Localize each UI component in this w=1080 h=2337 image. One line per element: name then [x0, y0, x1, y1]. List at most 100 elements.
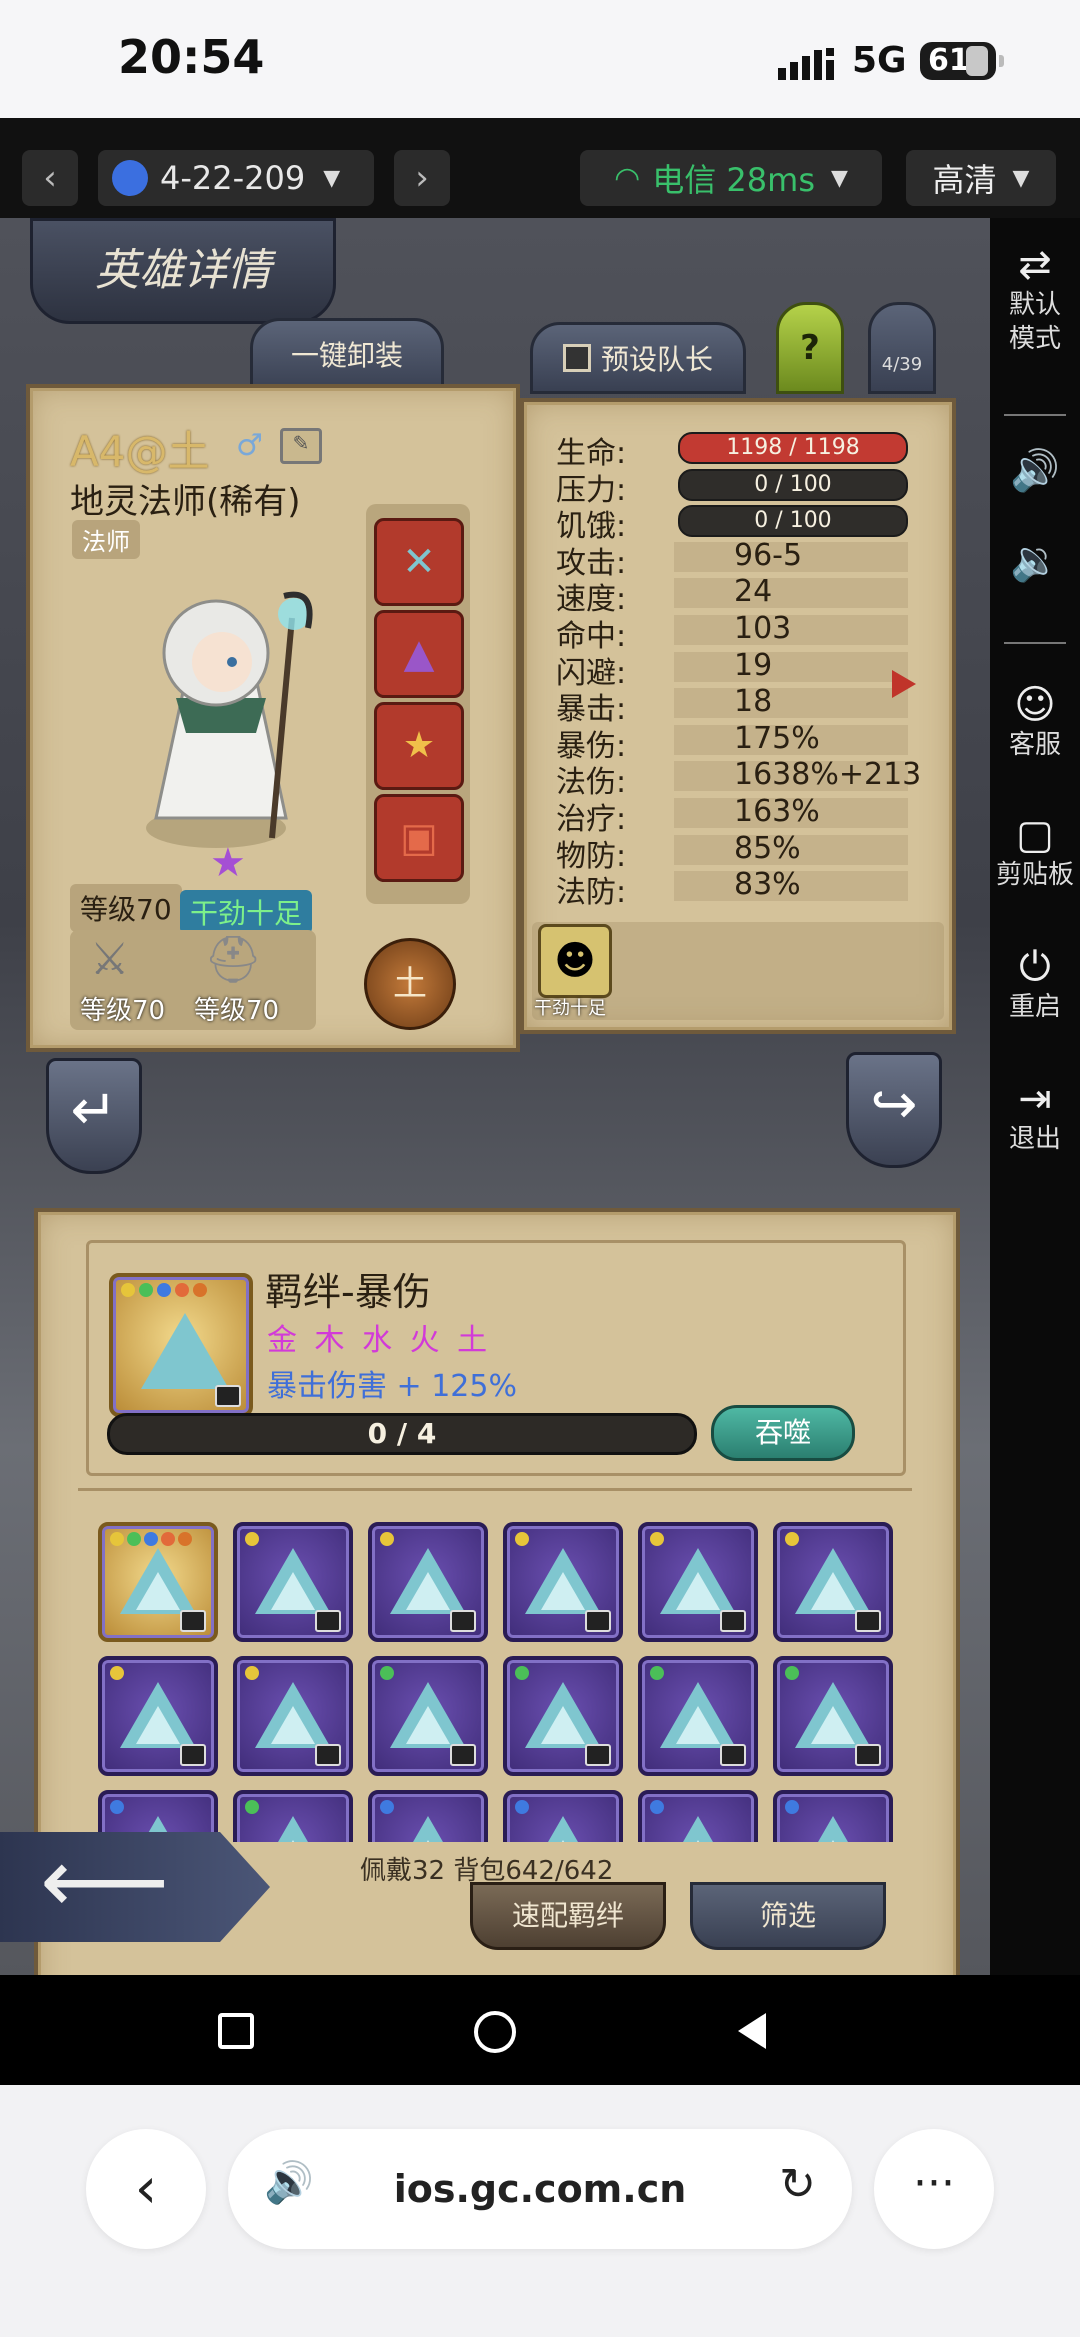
stat-label: 法防:	[556, 875, 627, 911]
restart-button[interactable]: ⏻ 重启	[990, 944, 1080, 1024]
browser-back-button[interactable]: ‹	[86, 2129, 206, 2249]
preset-leader-toggle[interactable]: 预设队长	[530, 322, 746, 394]
stat-value: 175%	[734, 720, 820, 756]
restart-label: 重启	[1008, 992, 1061, 1022]
bond-gem-large	[109, 1273, 253, 1417]
bond-progress-bar: 0 / 4	[107, 1413, 697, 1455]
bond-gem-slot[interactable]	[773, 1656, 893, 1776]
back-button[interactable]: ⟵	[0, 1832, 270, 1942]
volume-down-icon: 🔉	[1010, 538, 1060, 584]
network-select[interactable]: ◠ 电信 28ms ▼	[580, 150, 882, 206]
prev-hero-button[interactable]: ↵	[46, 1058, 142, 1174]
chevron-left-icon: ‹	[43, 158, 57, 198]
bond-gem-slot[interactable]	[98, 1656, 218, 1776]
quick-bond-label: 速配羁绊	[511, 1899, 624, 1932]
hero-mood: 干劲十足	[180, 890, 313, 934]
lock-icon	[315, 1744, 341, 1766]
service-button[interactable]: ☺ 客服	[990, 685, 1080, 762]
element-badge[interactable]: 土	[364, 938, 456, 1030]
title-banner: 英雄详情	[30, 218, 336, 324]
mode-line2: 模式	[1008, 324, 1061, 354]
swap-icon: ⇄	[1018, 242, 1052, 288]
bond-gem-slot[interactable]	[638, 1522, 758, 1642]
equip-slot-book[interactable]: ▣	[374, 794, 464, 882]
mode-button[interactable]: ⇄ 默认 模式	[990, 242, 1080, 356]
game-screen: 英雄详情 一键卸装 预设队长 ? 4/39 A4@土 ♂ ✎ 地灵法师(稀有) …	[0, 218, 990, 1975]
power-icon: ⏻	[1019, 944, 1051, 990]
bond-progress-text: 0 / 4	[367, 1417, 437, 1450]
equipment-column: ✕ ▲ ★ ▣	[366, 504, 470, 904]
stat-value: 83%	[734, 867, 801, 903]
device-select[interactable]: 4-22-209 ▼	[98, 150, 374, 206]
lock-icon	[585, 1744, 611, 1766]
quality-label: 高清	[932, 161, 997, 199]
exit-button[interactable]: ⇥ 退出	[990, 1079, 1080, 1156]
browser-menu-button[interactable]: ···	[874, 2129, 994, 2249]
service-label: 客服	[1008, 730, 1061, 760]
page-count: 4/39	[881, 354, 923, 375]
lock-icon	[215, 1385, 241, 1407]
checkbox-icon	[562, 344, 591, 372]
volume-up-button[interactable]: 🔊	[990, 448, 1080, 494]
volume-down-button[interactable]: 🔉	[990, 538, 1080, 584]
weapon-level: 等级70	[80, 996, 166, 1026]
bond-gem-slot[interactable]	[638, 1656, 758, 1776]
bond-effect: 暴击伤害 + 125%	[267, 1369, 517, 1404]
edit-name-button[interactable]: ✎	[280, 428, 322, 464]
bond-gem-slot[interactable]	[773, 1522, 893, 1642]
hero-page-indicator: 4/39	[868, 302, 936, 394]
recent-apps-button[interactable]	[218, 2013, 254, 2049]
unequip-all-label: 一键卸装	[290, 339, 403, 372]
next-device-button[interactable]: ›	[394, 150, 450, 206]
bond-gem-slot[interactable]	[233, 1522, 353, 1642]
bond-gem-slot[interactable]	[503, 1656, 623, 1776]
volume-up-icon: 🔊	[1010, 448, 1060, 494]
bond-gem-slot[interactable]	[368, 1522, 488, 1642]
stat-row-bg	[674, 651, 908, 682]
bond-gem-slot[interactable]	[503, 1522, 623, 1642]
help-button[interactable]: ?	[776, 302, 844, 394]
back-nav-button[interactable]	[738, 2013, 766, 2049]
clipboard-button[interactable]: ▢ 剪贴板	[990, 815, 1080, 892]
stat-row-bg	[674, 578, 908, 609]
trait-badge-icon[interactable]: ☻	[538, 924, 612, 998]
unequip-all-button[interactable]: 一键卸装	[250, 318, 444, 394]
stat-bar: 0 / 100	[678, 505, 908, 538]
address-bar[interactable]: 🔊 ios.gc.com.cn ↻	[228, 2129, 852, 2249]
lock-icon	[450, 1610, 476, 1632]
stat-value: 103	[734, 611, 792, 646]
hero-level: 等级70	[70, 884, 182, 932]
devour-button[interactable]: 吞噬	[711, 1405, 855, 1461]
stat-bar: 0 / 100	[678, 468, 908, 501]
spellbook-icon: ▣	[400, 815, 438, 861]
hero-class-title: 地灵法师(稀有)	[70, 482, 301, 522]
filter-button[interactable]: 筛选	[690, 1882, 886, 1950]
next-hero-button[interactable]: ↪	[846, 1052, 942, 1168]
equip-slot-hat[interactable]: ▲	[374, 610, 464, 698]
home-button[interactable]	[474, 2011, 516, 2053]
bond-gem-slot[interactable]	[98, 1522, 218, 1642]
bottom-bar: 佩戴32 背包642/642 速配羁绊 筛选 ⟵	[0, 1832, 990, 1975]
star-icon: ★	[210, 840, 246, 886]
caret-down-icon: ▼	[1012, 165, 1030, 191]
status-time: 20:54	[118, 30, 265, 84]
arrow-right-icon: ↪	[870, 1072, 918, 1137]
wifi-icon: ◠	[614, 160, 641, 196]
hero-role-badge: 法师	[72, 520, 140, 559]
trait-badge-label: 干劲十足	[534, 998, 606, 1019]
equip-slot-weapon[interactable]: ✕	[374, 518, 464, 606]
bond-gem-slot[interactable]	[233, 1656, 353, 1776]
bond-gem-slot[interactable]	[368, 1656, 488, 1776]
big-arrow-left-icon: ⟵	[40, 1829, 170, 1934]
prev-device-button[interactable]: ‹	[22, 150, 78, 206]
stat-value: 19	[734, 647, 773, 683]
equip-slot-staff[interactable]: ★	[374, 702, 464, 790]
gear-row: ⚔ 等级70 ⛑ 等级70	[70, 930, 316, 1030]
lock-icon	[855, 1744, 881, 1766]
reload-icon[interactable]: ↻	[779, 2159, 816, 2210]
quick-bond-button[interactable]: 速配羁绊	[470, 1882, 666, 1950]
quality-select[interactable]: 高清 ▼	[906, 150, 1056, 206]
expand-stats-arrow[interactable]	[892, 670, 916, 698]
lock-icon	[315, 1610, 341, 1632]
hero-portrait	[116, 558, 356, 858]
